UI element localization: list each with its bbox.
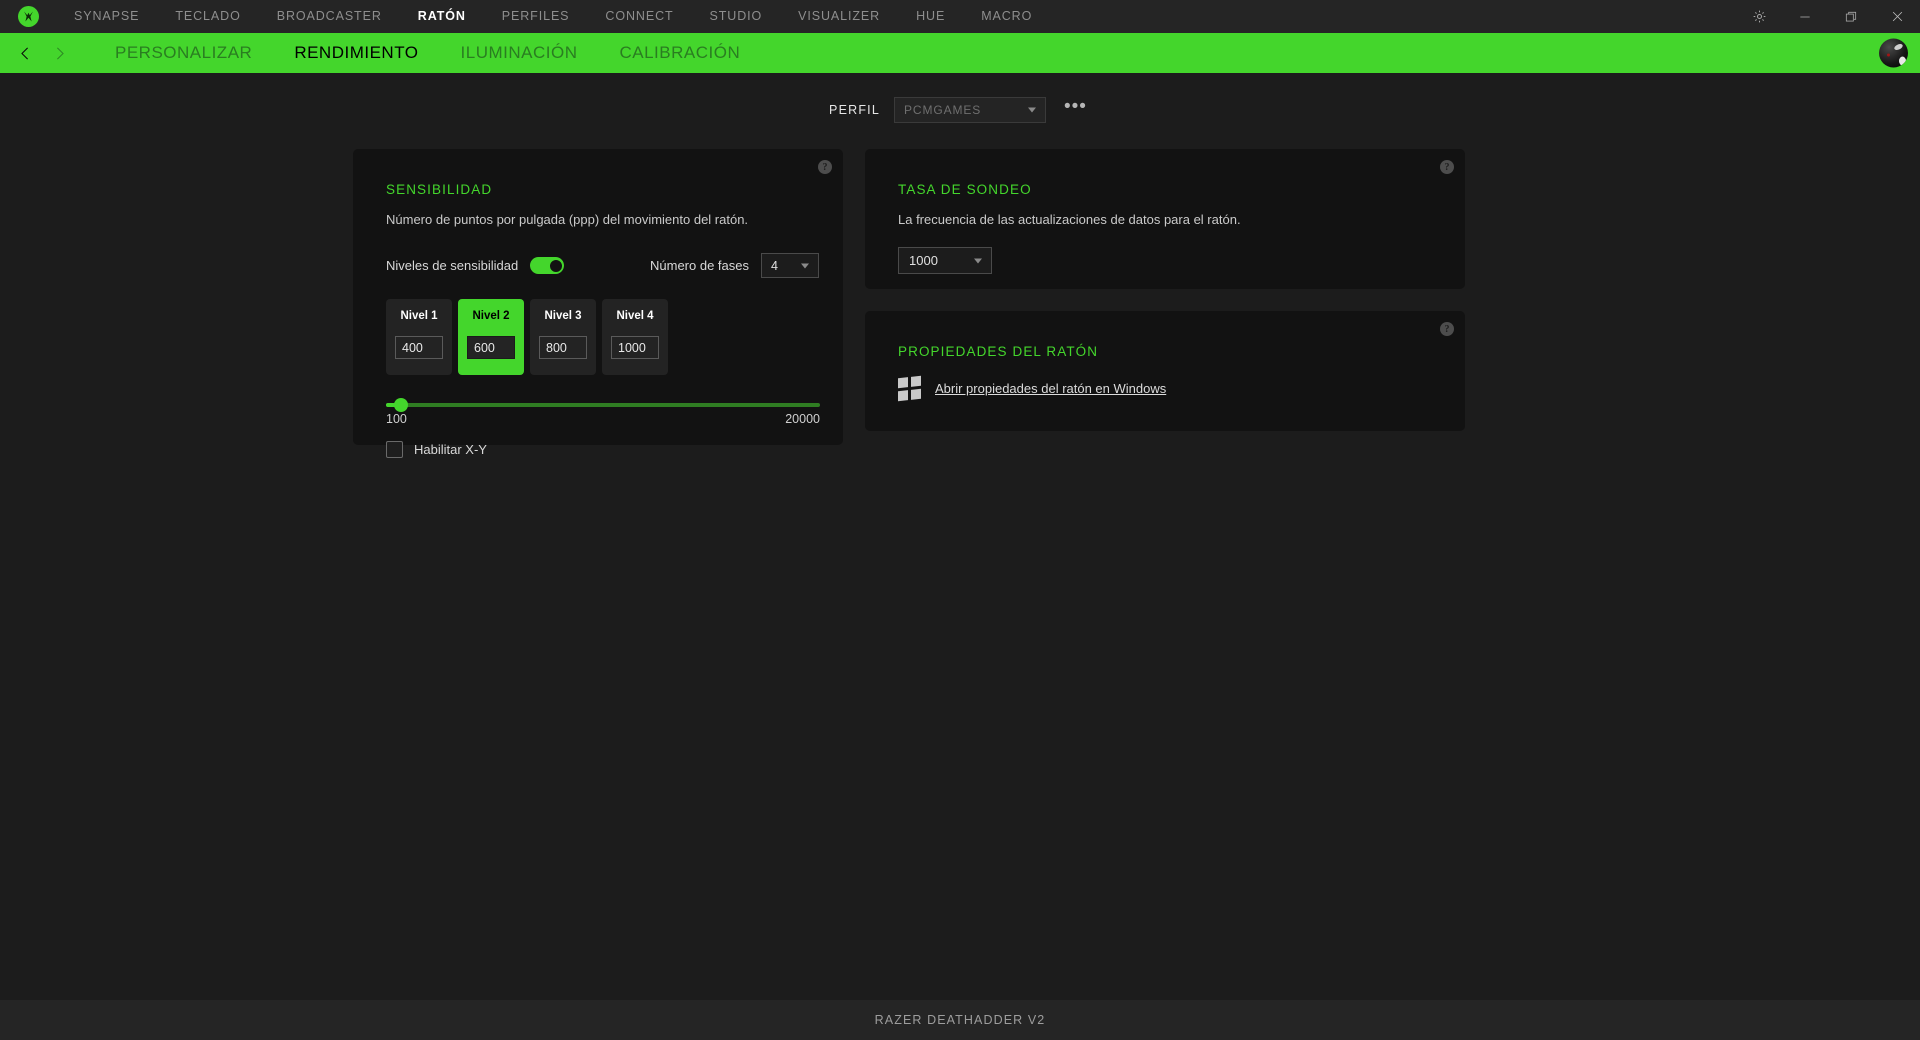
profile-selector-row: PERFIL PCMGAMES ••• [0,73,1920,123]
level-dpi-input-2[interactable] [467,336,515,359]
sensitivity-title: SENSIBILIDAD [386,182,493,197]
help-icon-polling[interactable]: ? [1440,160,1454,174]
chevron-down-icon [801,263,809,268]
dpi-slider[interactable]: 100 20000 [386,398,820,426]
windows-logo-icon [898,375,921,402]
phases-selected-value: 4 [771,258,778,273]
dpi-slider-min: 100 [386,412,407,426]
level-card-2[interactable]: Nivel 2 [458,299,524,375]
help-icon-mouse-properties[interactable]: ? [1440,322,1454,336]
help-icon-sensitivity[interactable]: ? [818,160,832,174]
polling-rate-dropdown[interactable]: 1000 [898,247,992,274]
level-dpi-input-4[interactable] [611,336,659,359]
windows-pane [910,388,921,400]
polling-rate-card: ? TASA DE SONDEO La frecuencia de las ac… [865,149,1465,289]
polling-rate-title: TASA DE SONDEO [898,182,1032,197]
dpi-slider-track[interactable] [386,398,820,412]
sensitivity-stages-row: Niveles de sensibilidad Número de fases … [386,253,843,278]
main-tab-raton[interactable]: RATÓN [400,0,484,33]
mouse-properties-link-row[interactable]: Abrir propiedades del ratón en Windows [898,375,1465,402]
level-name: Nivel 1 [400,310,438,322]
enable-xy-label: Habilitar X-Y [414,442,487,457]
phases-label: Número de fases [650,258,749,273]
main-tab-broadcaster[interactable]: BROADCASTER [259,0,400,33]
sub-tab-personalizar[interactable]: PERSONALIZAR [94,33,273,73]
user-avatar[interactable] [1879,38,1908,68]
close-icon[interactable] [1874,0,1920,33]
right-column: ? TASA DE SONDEO La frecuencia de las ac… [865,149,1465,431]
sub-tab-list: PERSONALIZAR RENDIMIENTO ILUMINACIÓN CAL… [94,33,761,73]
minimize-icon[interactable] [1782,0,1828,33]
window-controls [1736,0,1920,33]
polling-rate-description: La frecuencia de las actualizaciones de … [898,212,1241,227]
sub-tab-iluminacion[interactable]: ILUMINACIÓN [440,33,599,73]
chevron-left-icon[interactable] [8,33,42,73]
device-name: RAZER DEATHADDER V2 [874,1013,1046,1027]
main-tab-connect[interactable]: CONNECT [587,0,691,33]
windows-pane [898,377,909,389]
main-tab-visualizer[interactable]: VISUALIZER [780,0,898,33]
sub-nav-bar: PERSONALIZAR RENDIMIENTO ILUMINACIÓN CAL… [0,33,1920,73]
main-tab-synapse[interactable]: SYNAPSE [56,0,157,33]
level-name: Nivel 2 [472,310,510,322]
razer-logo[interactable] [0,0,56,33]
chevron-down-icon [974,258,982,263]
profile-selected-value: PCMGAMES [904,103,982,117]
profile-more-button[interactable]: ••• [1060,97,1091,122]
level-name: Nivel 3 [544,310,582,322]
level-dpi-input-3[interactable] [539,336,587,359]
title-bar: SYNAPSE TECLADO BROADCASTER RATÓN PERFIL… [0,0,1920,33]
main-tab-studio[interactable]: STUDIO [692,0,781,33]
sensitivity-card: ? SENSIBILIDAD Número de puntos por pulg… [353,149,843,458]
sensitivity-stages-label: Niveles de sensibilidad [386,258,519,273]
main-tab-perfiles[interactable]: PERFILES [484,0,588,33]
profile-label: PERFIL [829,103,880,117]
sensitivity-levels-list: Nivel 1 Nivel 2 Nivel 3 Nivel 4 [386,299,843,375]
sensitivity-stages-toggle[interactable] [530,257,565,274]
level-name: Nivel 4 [616,310,654,322]
sensitivity-description: Número de puntos por pulgada (ppp) del m… [386,212,749,227]
windows-pane [898,389,909,402]
status-bar: RAZER DEATHADDER V2 [0,1000,1920,1040]
main-tab-teclado[interactable]: TECLADO [157,0,258,33]
enable-xy-checkbox[interactable] [386,441,403,458]
settings-gear-icon[interactable] [1736,0,1782,33]
windows-pane [910,375,921,388]
level-card-3[interactable]: Nivel 3 [530,299,596,375]
chevron-right-icon[interactable] [42,33,76,73]
main-content: PERFIL PCMGAMES ••• ? SENSIBILIDAD Númer… [0,73,1920,1040]
mouse-properties-title: PROPIEDADES DEL RATÓN [898,344,1099,359]
level-card-4[interactable]: Nivel 4 [602,299,668,375]
dpi-slider-handle[interactable] [394,398,409,412]
razer-logo-icon [17,6,39,27]
phases-dropdown[interactable]: 4 [761,253,819,278]
dpi-slider-range: 100 20000 [386,412,820,426]
avatar-glint [1893,42,1904,52]
avatar-accent-dot [1887,53,1890,57]
main-tab-list: SYNAPSE TECLADO BROADCASTER RATÓN PERFIL… [56,0,1050,33]
phases-group: Número de fases 4 [650,253,819,278]
dpi-slider-max: 20000 [785,412,820,426]
open-mouse-properties-link[interactable]: Abrir propiedades del ratón en Windows [935,381,1166,396]
mouse-properties-card: ? PROPIEDADES DEL RATÓN Abrir propiedade… [865,311,1465,431]
sub-tab-calibracion[interactable]: CALIBRACIÓN [598,33,761,73]
level-card-1[interactable]: Nivel 1 [386,299,452,375]
toggle-knob [548,258,563,273]
sub-tab-rendimiento[interactable]: RENDIMIENTO [273,33,439,73]
polling-rate-value: 1000 [909,253,938,268]
restore-icon[interactable] [1828,0,1874,33]
profile-dropdown[interactable]: PCMGAMES [894,97,1046,123]
avatar-highlight [1899,56,1906,66]
main-tab-hue[interactable]: HUE [898,0,963,33]
main-tab-macro[interactable]: MACRO [963,0,1050,33]
level-dpi-input-1[interactable] [395,336,443,359]
enable-xy-row[interactable]: Habilitar X-Y [386,441,843,458]
chevron-down-icon [1028,107,1036,113]
panels-container: ? SENSIBILIDAD Número de puntos por pulg… [0,123,1920,458]
